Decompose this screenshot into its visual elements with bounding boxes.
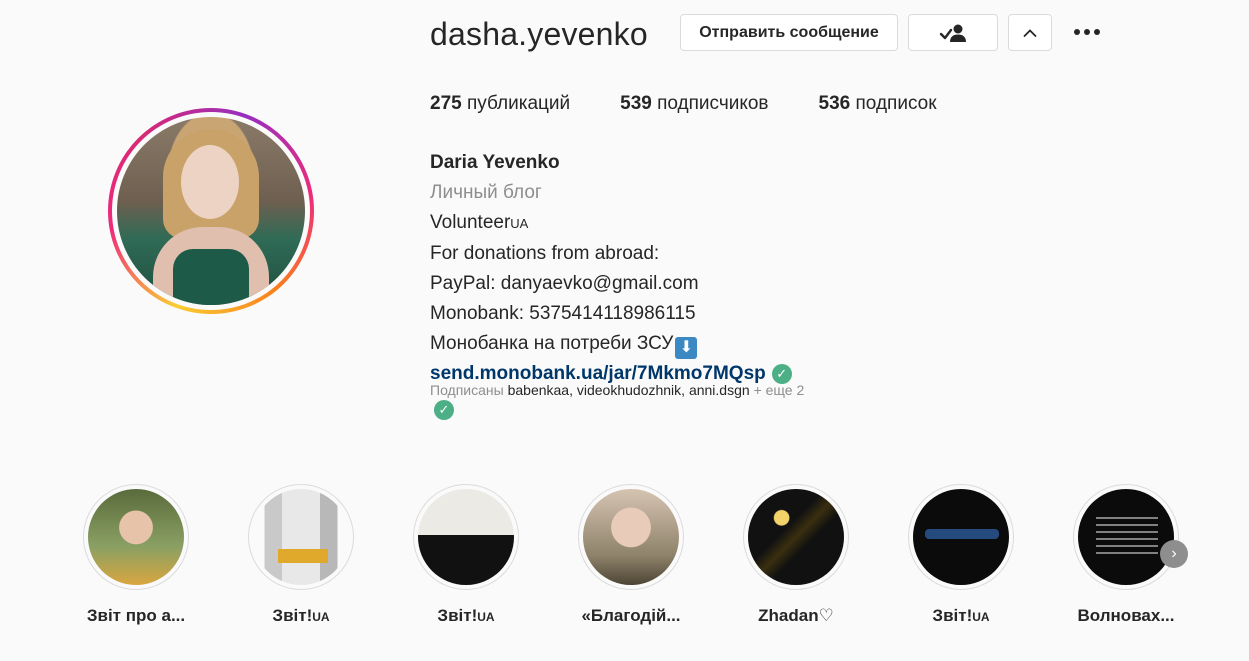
bio-line-volunteer: VolunteerUA	[430, 212, 529, 233]
highlight-item[interactable]: «Благодій...	[576, 484, 686, 626]
highlight-cover	[913, 489, 1009, 585]
verified-check-icon: ✓	[771, 364, 792, 384]
highlight-item[interactable]: Звіт!UA	[411, 484, 521, 626]
bio-line-donations: For donations from abroad:	[430, 243, 660, 264]
bio-line-monobank: Monobank: 5375414118986115	[430, 303, 696, 324]
avatar-image	[117, 117, 305, 305]
arrow-down-icon: ⬇	[675, 337, 698, 359]
highlight-cover	[418, 489, 514, 585]
story-highlights: Звіт про а... Звіт!UA Звіт!UA «Благодій.…	[0, 484, 1249, 634]
highlight-item[interactable]: Zhadan♡	[741, 484, 851, 626]
bio-line-paypal: PayPal: danyaevko@gmail.com	[430, 273, 699, 294]
following-link[interactable]: 536 подписок	[819, 93, 937, 115]
highlight-item[interactable]: Звіт!UA	[246, 484, 356, 626]
profile-bio: Daria Yevenko Личный блог VolunteerUA Fo…	[430, 148, 792, 389]
highlight-cover	[748, 489, 844, 585]
more-options-icon[interactable]	[1070, 22, 1104, 42]
highlight-label: «Благодій...	[581, 606, 681, 625]
highlight-item[interactable]: Звіт про а...	[81, 484, 191, 626]
followers-link[interactable]: 539 подписчиков	[620, 93, 768, 115]
chevron-right-icon[interactable]: ›	[1160, 540, 1188, 568]
verified-check-icon: ✓	[434, 400, 454, 420]
following-button[interactable]	[908, 14, 998, 51]
posts-count: 275 публикаций	[430, 93, 571, 114]
profile-category: Личный блог	[430, 182, 542, 203]
send-message-button[interactable]: Отправить сообщение	[680, 14, 898, 51]
suggested-accounts-button[interactable]	[1008, 14, 1052, 51]
profile-stats: 275 публикаций 539 подписчиков 536 подпи…	[430, 93, 987, 115]
highlight-label: Zhadan♡	[758, 606, 834, 625]
highlight-cover	[88, 489, 184, 585]
highlight-item[interactable]: Звіт!UA	[906, 484, 1016, 626]
chevron-up-icon	[1023, 28, 1037, 37]
profile-avatar[interactable]	[108, 108, 314, 314]
bio-line-zsu: Монобанка на потреби ЗСУ ⬇	[430, 329, 792, 359]
profile-full-name: Daria Yevenko	[430, 152, 560, 173]
highlight-label: Звіт!UA	[932, 606, 990, 625]
highlight-cover	[583, 489, 679, 585]
user-check-icon	[939, 24, 966, 42]
highlight-label: Звіт!UA	[272, 606, 330, 625]
followed-by[interactable]: Подписаны babenkaa, videokhudozhnik, ann…	[430, 382, 804, 398]
highlight-label: Звіт!UA	[437, 606, 495, 625]
highlight-label: Волновах...	[1077, 606, 1175, 625]
highlight-cover	[253, 489, 349, 585]
highlight-label: Звіт про а...	[86, 606, 186, 625]
profile-username: dasha.yevenko	[430, 16, 648, 52]
highlight-cover	[1078, 489, 1174, 585]
